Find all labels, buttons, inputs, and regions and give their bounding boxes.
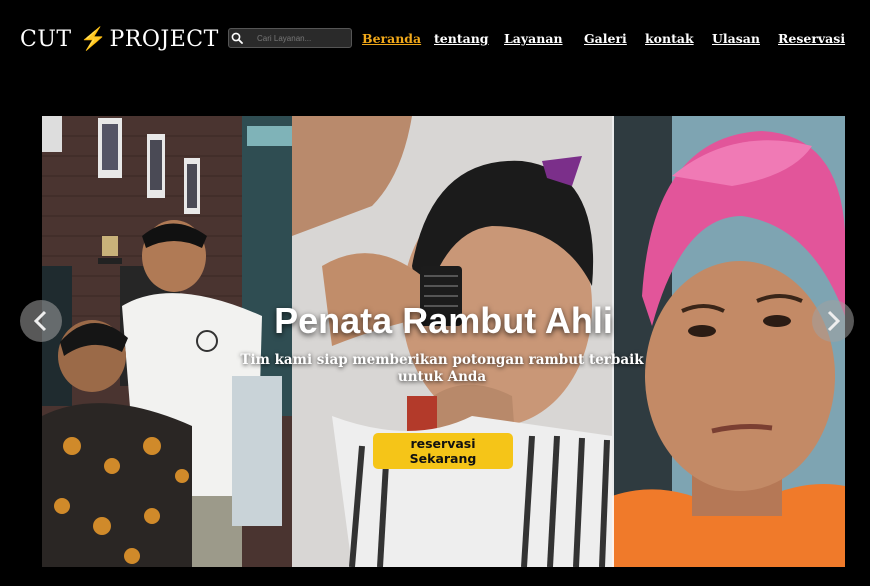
carousel-prev-button[interactable] (20, 300, 62, 342)
clipper-haircut-photo (292, 116, 612, 567)
pink-hair-photo (612, 116, 845, 567)
nav-link-ulasan[interactable]: Ulasan (712, 31, 760, 46)
chevron-right-icon (827, 310, 841, 332)
chevron-left-icon (33, 310, 47, 332)
barbershop-photo (42, 116, 292, 567)
main-nav: Beranda tentang Layanan Galeri kontak Ul… (0, 31, 870, 49)
nav-link-galeri[interactable]: Galeri (584, 31, 627, 46)
nav-link-kontak[interactable]: kontak (645, 31, 694, 46)
nav-link-reservasi[interactable]: Reservasi (778, 31, 845, 46)
nav-link-tentang[interactable]: tentang (434, 31, 489, 46)
hero-carousel: Penata Rambut Ahli Tim kami siap memberi… (42, 116, 845, 567)
nav-link-layanan[interactable]: Layanan (504, 31, 563, 46)
nav-link-beranda[interactable]: Beranda (362, 31, 421, 46)
reservation-cta-button[interactable]: reservasi Sekarang (373, 433, 513, 469)
carousel-next-button[interactable] (812, 300, 854, 342)
